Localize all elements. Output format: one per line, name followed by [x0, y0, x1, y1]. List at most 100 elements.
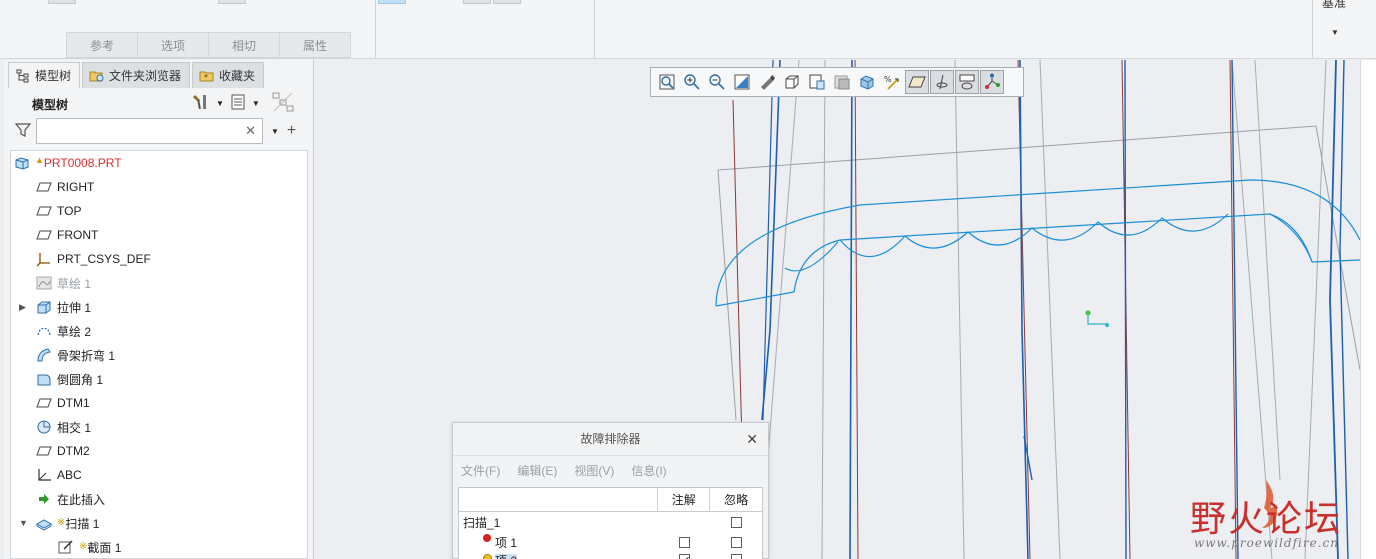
tree-item-sketch-1[interactable]: 草绘 1	[11, 271, 307, 295]
tree-item-section-1[interactable]: ※截面 1	[11, 535, 307, 558]
chevron-down-icon[interactable]: ▼	[271, 127, 279, 136]
close-icon[interactable]: ✕	[746, 423, 758, 455]
tree-item-csys[interactable]: PRT_CSYS_DEF	[11, 247, 307, 271]
perspective-view-icon[interactable]	[830, 70, 854, 94]
tree-item-sketch-2[interactable]: 草绘 2	[11, 319, 307, 343]
tree-item-label: FRONT	[57, 228, 99, 242]
tab-references[interactable]: 参考	[66, 32, 138, 58]
tree-item-extrude-1[interactable]: ▶ 拉伸 1	[11, 295, 307, 319]
display-style-icon[interactable]	[755, 70, 779, 94]
csys-icon	[35, 466, 53, 484]
show-columns-icon[interactable]	[230, 93, 246, 114]
tree-title: 模型树	[32, 98, 69, 112]
tree-item-label: 在此插入	[57, 492, 106, 507]
tree-item-intersect-1[interactable]: 相交 1	[11, 415, 307, 439]
table-row[interactable]: 项 2	[459, 552, 762, 559]
error-dot-icon	[483, 533, 491, 542]
menu-info[interactable]: 信息(I)	[631, 462, 666, 479]
tree-item-label: DTM1	[57, 396, 90, 410]
svg-text:*: *	[204, 73, 208, 82]
tree-item-dtm1[interactable]: DTM1	[11, 391, 307, 415]
tree-item-root[interactable]: ▲PRT0008.PRT	[11, 151, 307, 175]
ignore-checkbox[interactable]	[730, 554, 742, 559]
note-checkbox[interactable]	[678, 554, 690, 559]
tree-settings-icon[interactable]	[192, 93, 210, 114]
chevron-down-icon[interactable]: ▼	[1331, 28, 1339, 37]
annotation-display-icon[interactable]: %	[880, 70, 904, 94]
watermark-text: 野火论坛	[1190, 499, 1343, 540]
tree-filter-toggle-icon[interactable]	[272, 92, 294, 115]
filter-icon[interactable]	[14, 121, 32, 142]
note-checkbox[interactable]	[678, 536, 690, 548]
tree-item-sweep-1[interactable]: ▼ ※扫描 1	[11, 511, 307, 535]
tree-item-front[interactable]: FRONT	[11, 223, 307, 247]
sketch-icon	[35, 322, 53, 340]
menu-edit[interactable]: 编辑(E)	[517, 462, 557, 479]
clear-icon[interactable]: ✕	[245, 123, 256, 139]
tree-item-label: DTM2	[57, 444, 90, 458]
troubleshooter-dialog: 故障排除器 ✕ 文件(F) 编辑(E) 视图(V) 信息(I) 注解 忽略 扫描…	[452, 422, 769, 559]
tab-folder-browser[interactable]: 文件夹浏览器	[82, 62, 191, 88]
viewport-right-strip	[1360, 60, 1376, 559]
table-row[interactable]: 扫描_1	[459, 512, 762, 532]
menu-view[interactable]: 视图(V)	[574, 462, 614, 479]
collapse-arrow-icon[interactable]: ▼	[19, 518, 29, 528]
tab-options[interactable]: 选项	[137, 32, 209, 58]
ribbon-control-stub[interactable]	[493, 0, 521, 4]
expand-arrow-icon[interactable]: ▶	[19, 302, 29, 313]
ignore-checkbox[interactable]	[730, 516, 742, 528]
tree-item-label: RIGHT	[57, 180, 95, 194]
saved-orientations-icon[interactable]	[780, 70, 804, 94]
spinal-bend-icon	[35, 346, 53, 364]
tree-item-right[interactable]: RIGHT	[11, 175, 307, 199]
shaded-view-icon[interactable]	[855, 70, 879, 94]
tab-model-tree[interactable]: 模型树	[8, 62, 81, 88]
tree-item-label: 草绘 2	[57, 324, 92, 339]
model-tree-icon	[15, 68, 31, 84]
csys-display-icon[interactable]	[980, 70, 1004, 94]
axis-display-icon[interactable]	[930, 70, 954, 94]
chevron-down-icon[interactable]: ▼	[252, 99, 260, 108]
tab-favorites[interactable]: * 收藏夹	[192, 62, 265, 88]
tab-properties[interactable]: 属性	[279, 32, 351, 58]
column-header-ignore: 忽略	[724, 493, 749, 507]
zoom-in-icon[interactable]	[680, 70, 704, 94]
refit-icon[interactable]	[655, 70, 679, 94]
search-field[interactable]: ✕	[36, 118, 263, 144]
menu-file[interactable]: 文件(F)	[461, 462, 500, 479]
add-icon[interactable]: +	[287, 122, 296, 140]
datum-plane-icon	[35, 394, 53, 412]
tree-item-spinal-bend-1[interactable]: 骨架折弯 1	[11, 343, 307, 367]
tree-item-label: TOP	[57, 204, 82, 218]
csys-icon	[35, 250, 53, 268]
tree-item-insert-here[interactable]: 在此插入	[11, 487, 307, 511]
table-row[interactable]: 项 1	[459, 532, 762, 552]
intersect-icon	[35, 418, 53, 436]
plane-display-icon[interactable]	[905, 70, 929, 94]
tree-item-top[interactable]: TOP	[11, 199, 307, 223]
tree-item-label: PRT_CSYS_DEF	[57, 252, 151, 266]
ribbon-control-stub[interactable]	[463, 0, 491, 4]
watermark-url: www.proewildfire.cn	[1194, 536, 1339, 550]
ribbon-control-stub[interactable]	[48, 0, 76, 4]
datum-group-label[interactable]: 基准	[1322, 0, 1346, 11]
tree-item-abc[interactable]: ABC	[11, 463, 307, 487]
tree-item-round-1[interactable]: 倒圆角 1	[11, 367, 307, 391]
ignore-checkbox[interactable]	[730, 536, 742, 548]
repaint-icon[interactable]	[730, 70, 754, 94]
tree-item-dtm2[interactable]: DTM2	[11, 439, 307, 463]
tab-tangency[interactable]: 相切	[208, 32, 280, 58]
sketch-icon	[35, 274, 53, 292]
folder-browser-icon	[89, 68, 105, 84]
tab-label: 收藏夹	[219, 69, 256, 83]
row-label: 项 2	[495, 554, 518, 559]
chevron-down-icon[interactable]: ▼	[216, 99, 224, 108]
zoom-out-icon[interactable]	[705, 70, 729, 94]
ribbon-control-stub[interactable]	[218, 0, 246, 4]
point-display-icon[interactable]	[955, 70, 979, 94]
ribbon-control-stub[interactable]	[378, 0, 406, 4]
search-input[interactable]	[41, 120, 241, 142]
datum-plane-icon	[35, 226, 53, 244]
graphics-toolbar: %	[650, 67, 1024, 97]
view-manager-icon[interactable]	[805, 70, 829, 94]
